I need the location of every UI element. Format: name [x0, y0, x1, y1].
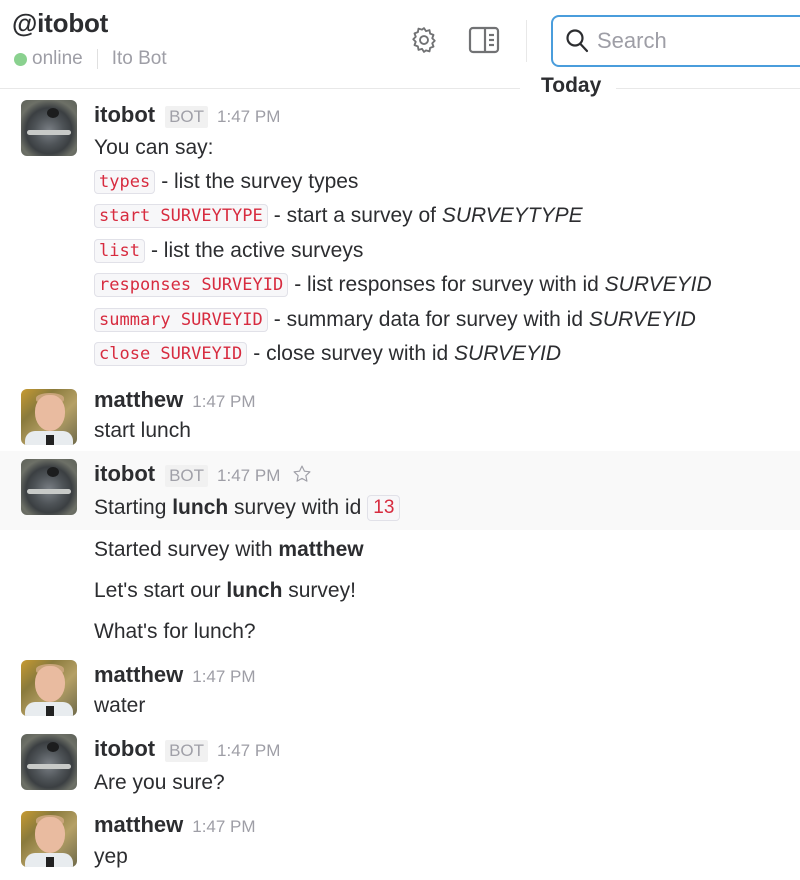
author-name[interactable]: matthew: [94, 812, 183, 838]
bot-badge: BOT: [165, 465, 209, 487]
message-text: Are you sure?: [94, 771, 225, 794]
timestamp[interactable]: 1:47 PM: [192, 667, 255, 687]
command-code: close SURVEYID: [94, 342, 248, 366]
message-matthew: matthew 1:47 PM start lunch: [0, 384, 800, 450]
search-placeholder: Search: [597, 28, 667, 53]
command-desc: - summary data for survey with id SURVEY…: [273, 308, 696, 331]
message-text: Let's start our lunch survey!: [94, 579, 356, 602]
message-text: Started survey with matthew: [94, 538, 364, 561]
command-line: summary SURVEYID - summary data for surv…: [94, 308, 696, 332]
meta-divider: [96, 49, 98, 69]
command-code: summary SURVEYID: [94, 308, 268, 332]
day-divider-line-right: [616, 88, 800, 89]
search-input[interactable]: Search: [551, 15, 800, 67]
author-name[interactable]: matthew: [94, 387, 183, 413]
channel-header: @itobot online Ito Bot Search: [0, 0, 800, 88]
author-name[interactable]: itobot: [94, 736, 155, 762]
message-text: start lunch: [94, 419, 191, 442]
avatar-matthew[interactable]: [21, 389, 77, 445]
avatar-matthew[interactable]: [21, 660, 77, 716]
message-text: Starting lunch survey with id 13: [94, 495, 401, 521]
message-text: What's for lunch?: [94, 620, 256, 643]
message-itobot: itobot BOT 1:47 PM Are you sure?: [0, 731, 800, 807]
command-code: responses SURVEYID: [94, 273, 289, 297]
timestamp[interactable]: 1:47 PM: [217, 466, 280, 486]
author-name[interactable]: itobot: [94, 102, 155, 128]
day-divider-line-left: [0, 88, 520, 89]
panel-toggle-icon: [468, 26, 500, 54]
message-matthew: matthew 1:47 PM yep: [0, 809, 800, 880]
survey-id-code: 13: [367, 495, 401, 521]
command-code: types: [94, 170, 156, 194]
avatar-itobot[interactable]: [21, 459, 77, 515]
channel-name[interactable]: @itobot: [12, 8, 108, 39]
command-desc: - close survey with id SURVEYID: [253, 342, 562, 365]
command-code: list: [94, 239, 145, 263]
full-name: Ito Bot: [111, 48, 167, 69]
message-text: You can say:: [94, 136, 214, 159]
command-desc: - list the active surveys: [150, 239, 364, 262]
command-line: start SURVEYTYPE - start a survey of SUR…: [94, 204, 583, 228]
gear-icon: [412, 27, 436, 53]
message-itobot-continuation: Started survey with matthew Let's start …: [0, 530, 800, 656]
message-itobot-starting: itobot BOT 1:47 PM Starting lunch survey…: [0, 451, 800, 530]
author-name[interactable]: matthew: [94, 662, 183, 688]
message-matthew: matthew 1:47 PM water: [0, 657, 800, 727]
timestamp[interactable]: 1:47 PM: [217, 741, 280, 761]
channel-meta: online Ito Bot: [14, 48, 167, 70]
timestamp[interactable]: 1:47 PM: [192, 392, 255, 412]
command-desc: - list the survey types: [161, 170, 359, 193]
message-text: yep: [94, 845, 128, 868]
header-separator: [526, 20, 527, 62]
timestamp[interactable]: 1:47 PM: [192, 817, 255, 837]
settings-button[interactable]: [407, 22, 441, 58]
search-icon: [566, 29, 589, 53]
day-divider-label: Today: [539, 74, 604, 98]
message-itobot-help: itobot BOT 1:47 PM You can say: types - …: [0, 96, 800, 380]
bot-badge: BOT: [165, 740, 209, 762]
command-line: close SURVEYID - close survey with id SU…: [94, 342, 561, 366]
command-code: start SURVEYTYPE: [94, 204, 268, 228]
star-button[interactable]: [292, 464, 312, 484]
command-line: types - list the survey types: [94, 170, 358, 194]
command-desc: - start a survey of SURVEYTYPE: [273, 204, 583, 227]
message-text: water: [94, 694, 146, 717]
timestamp[interactable]: 1:47 PM: [217, 107, 280, 127]
avatar-matthew[interactable]: [21, 811, 77, 867]
command-line: responses SURVEYID - list responses for …: [94, 273, 712, 297]
toggle-details-button[interactable]: [467, 22, 501, 58]
avatar-itobot[interactable]: [21, 734, 77, 790]
bot-badge: BOT: [165, 106, 209, 128]
presence-status: online: [32, 48, 83, 69]
star-icon: [293, 465, 311, 482]
presence-dot-icon: [14, 52, 27, 66]
author-name[interactable]: itobot: [94, 461, 155, 487]
command-line: list - list the active surveys: [94, 239, 363, 263]
command-desc: - list responses for survey with id SURV…: [294, 273, 712, 296]
avatar-itobot[interactable]: [21, 100, 77, 156]
